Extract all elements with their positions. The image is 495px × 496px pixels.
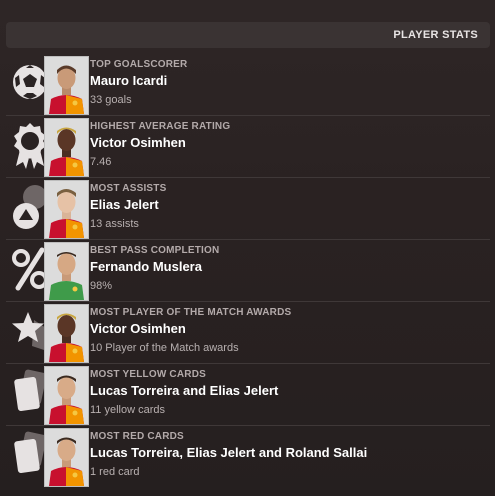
stats-list: TOP GOALSCORER Mauro Icardi 33 goals HIG… — [6, 54, 490, 488]
player-portrait[interactable] — [44, 304, 89, 363]
player-portrait[interactable] — [44, 56, 89, 115]
stat-text: HIGHEST AVERAGE RATING Victor Osimhen 7.… — [90, 121, 484, 169]
stat-text: BEST PASS COMPLETION Fernando Muslera 98… — [90, 245, 484, 293]
stat-player-name[interactable]: Elias Jelert — [90, 196, 484, 213]
stat-player-name[interactable]: Mauro Icardi — [90, 72, 484, 89]
stat-text: MOST YELLOW CARDS Lucas Torreira and Eli… — [90, 369, 484, 417]
stat-value: 33 goals — [90, 94, 132, 106]
stat-row-top-goalscorer[interactable]: TOP GOALSCORER Mauro Icardi 33 goals — [6, 54, 490, 116]
stat-row-most-assists[interactable]: MOST ASSISTS Elias Jelert 13 assists — [6, 178, 490, 240]
stat-player-name[interactable]: Lucas Torreira and Elias Jelert — [90, 382, 484, 399]
stat-row-most-yellow-cards[interactable]: MOST YELLOW CARDS Lucas Torreira and Eli… — [6, 364, 490, 426]
stat-player-name[interactable]: Lucas Torreira, Elias Jelert and Roland … — [90, 444, 484, 461]
stat-value: 11 yellow cards — [90, 404, 165, 416]
stat-text: MOST PLAYER OF THE MATCH AWARDS Victor O… — [90, 307, 484, 355]
stat-player-name[interactable]: Victor Osimhen — [90, 320, 484, 337]
stat-text: MOST ASSISTS Elias Jelert 13 assists — [90, 183, 484, 231]
stat-category: HIGHEST AVERAGE RATING — [90, 121, 231, 132]
stat-row-most-player-of-the-match[interactable]: MOST PLAYER OF THE MATCH AWARDS Victor O… — [6, 302, 490, 364]
player-portrait[interactable] — [44, 242, 89, 301]
stat-category: MOST ASSISTS — [90, 183, 167, 194]
stat-value: 13 assists — [90, 218, 139, 230]
stat-value: 10 Player of the Match awards — [90, 342, 239, 354]
stat-value: 98% — [90, 280, 113, 292]
stat-row-most-red-cards[interactable]: MOST RED CARDS Lucas Torreira, Elias Jel… — [6, 426, 490, 488]
stat-row-best-pass-completion[interactable]: BEST PASS COMPLETION Fernando Muslera 98… — [6, 240, 490, 302]
stat-category: MOST PLAYER OF THE MATCH AWARDS — [90, 307, 292, 318]
stat-category: BEST PASS COMPLETION — [90, 245, 220, 256]
stat-category: TOP GOALSCORER — [90, 59, 188, 70]
player-stats-panel: PLAYER STATS TOP GOALSCORER Mauro Icardi… — [0, 0, 495, 496]
player-portrait[interactable] — [44, 366, 89, 425]
stat-category: MOST YELLOW CARDS — [90, 369, 206, 380]
panel-title: PLAYER STATS — [393, 29, 478, 41]
stat-text: MOST RED CARDS Lucas Torreira, Elias Jel… — [90, 431, 484, 479]
player-portrait[interactable] — [44, 428, 89, 487]
stat-value: 1 red card — [90, 466, 140, 478]
stat-category: MOST RED CARDS — [90, 431, 184, 442]
player-stats-header: PLAYER STATS — [6, 22, 490, 48]
stat-player-name[interactable]: Fernando Muslera — [90, 258, 484, 275]
stat-text: TOP GOALSCORER Mauro Icardi 33 goals — [90, 59, 484, 107]
player-portrait[interactable] — [44, 118, 89, 177]
stat-value: 7.46 — [90, 156, 112, 168]
player-portrait[interactable] — [44, 180, 89, 239]
stat-player-name[interactable]: Victor Osimhen — [90, 134, 484, 151]
stat-row-highest-average-rating[interactable]: HIGHEST AVERAGE RATING Victor Osimhen 7.… — [6, 116, 490, 178]
